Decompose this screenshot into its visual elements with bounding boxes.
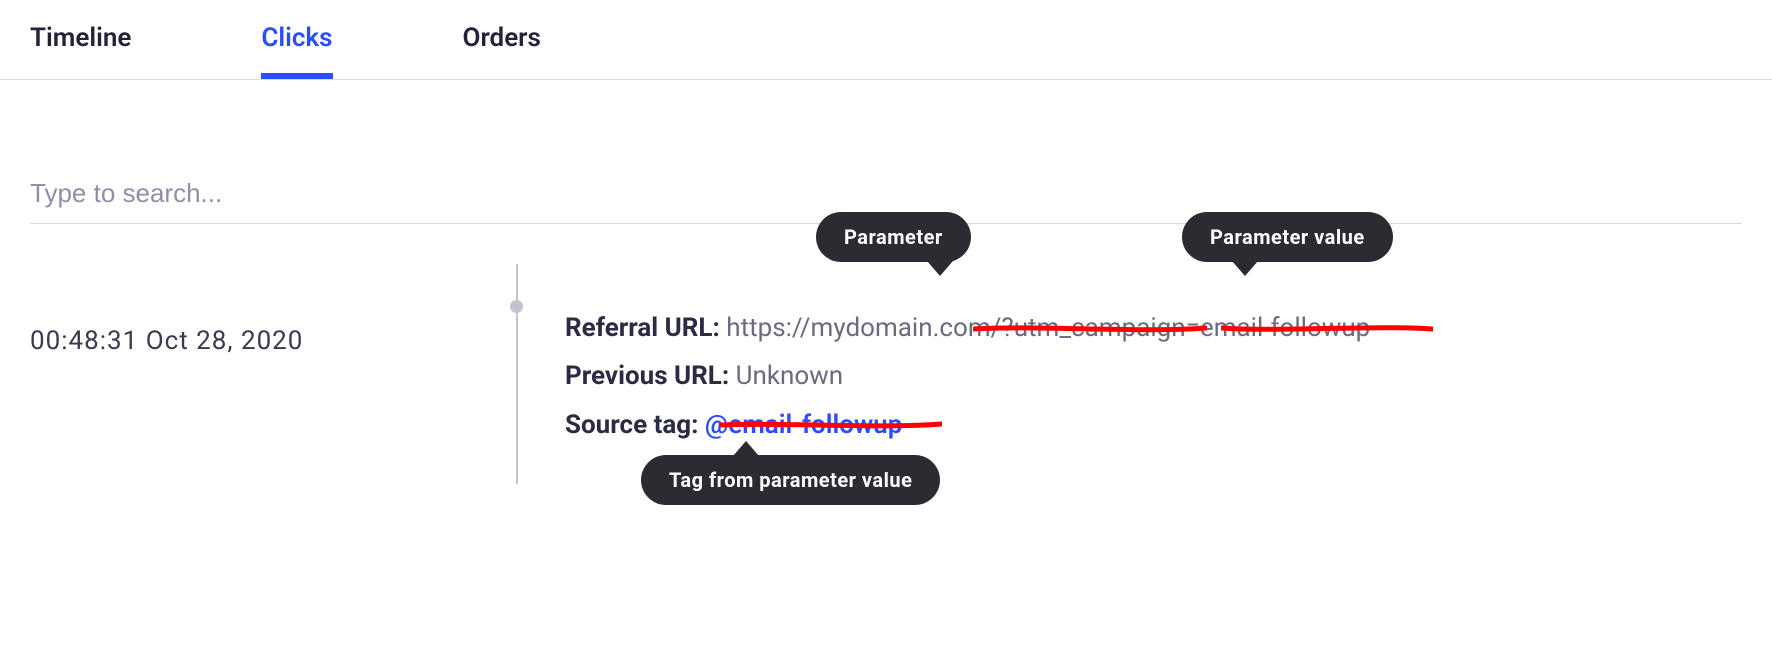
previous-url-row: Previous URL: Unknown xyxy=(565,358,1742,394)
tabs-bar: Timeline Clicks Orders xyxy=(0,0,1772,80)
previous-url-value: Unknown xyxy=(736,361,843,391)
referral-url-label: Referral URL: xyxy=(565,313,720,343)
timeline-rail xyxy=(505,274,565,455)
page-root: Timeline Clicks Orders 00:48:31 Oct 28, … xyxy=(0,0,1772,655)
tab-orders[interactable]: Orders xyxy=(463,4,541,79)
entry-timestamp: 00:48:31 Oct 28, 2020 xyxy=(30,274,505,455)
rail-line xyxy=(516,264,518,484)
source-tag-label: Source tag: xyxy=(565,410,698,440)
previous-url-label: Previous URL: xyxy=(565,361,729,391)
callout-tag-from-parameter-value: Tag from parameter value xyxy=(641,455,940,505)
callout-parameter: Parameter xyxy=(816,212,971,262)
tab-clicks[interactable]: Clicks xyxy=(261,4,332,79)
underline-tag-from-parameter-value xyxy=(720,420,942,426)
underline-parameter xyxy=(973,324,1207,330)
tab-timeline[interactable]: Timeline xyxy=(30,4,131,79)
search-wrap xyxy=(0,80,1772,224)
rail-dot-icon xyxy=(510,300,523,313)
underline-parameter-value xyxy=(1221,324,1433,330)
callout-parameter-value: Parameter value xyxy=(1182,212,1393,262)
